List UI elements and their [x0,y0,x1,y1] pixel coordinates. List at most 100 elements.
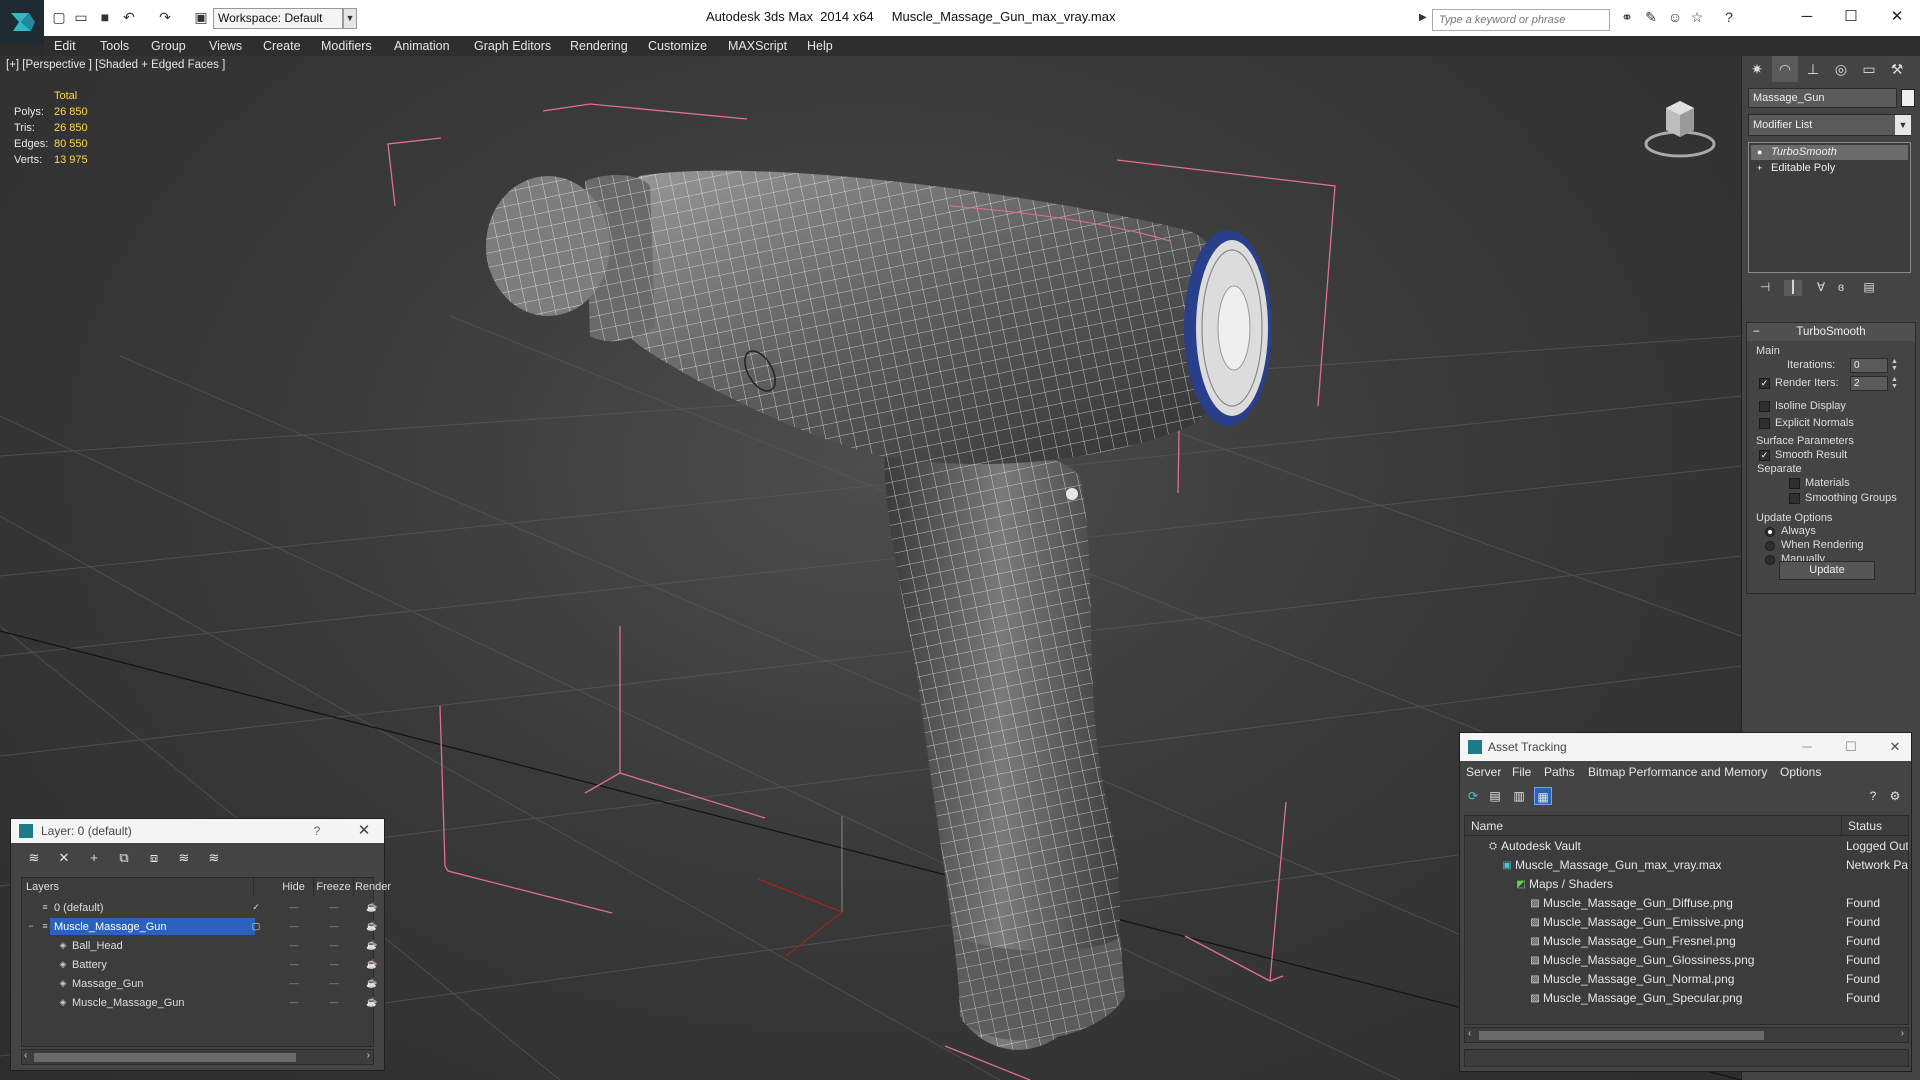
column-header-name[interactable]: Name [1465,816,1842,836]
menu-tools[interactable]: Tools [100,39,129,53]
when-rendering-radio[interactable] [1765,541,1775,551]
menu-modifiers[interactable]: Modifiers [321,39,372,53]
viewport-label[interactable]: [+] [Perspective ] [Shaded + Edged Faces… [6,59,225,71]
smoothing-groups-checkbox[interactable] [1789,493,1800,504]
menu-views[interactable]: Views [209,39,242,53]
modify-tab-icon[interactable]: ◠ [1772,56,1798,82]
help-icon[interactable]: ? [1864,787,1882,805]
asset-row[interactable]: ▨ Muscle_Massage_Gun_Diffuse.png Found [1465,894,1908,913]
layer-name[interactable]: Muscle_Massage_Gun [50,918,255,935]
hide-all-icon[interactable]: ≋ [175,849,193,867]
always-radio[interactable] [1765,527,1775,537]
new-file-icon[interactable]: ▢ [50,9,68,25]
undo-icon[interactable]: ↶ [120,9,138,25]
configure-sets-icon[interactable]: ▤ [1860,280,1878,296]
menu-server[interactable]: Server [1466,765,1501,779]
set-active-icon[interactable]: ▢ [248,917,264,936]
user-icon[interactable]: ☺ [1666,9,1684,25]
project-folder-icon[interactable]: ▣ [192,9,210,25]
tree-view-icon[interactable]: ▥ [1510,787,1528,805]
asset-row[interactable]: ⛭ Autodesk Vault Logged Out [1465,837,1908,856]
render-iters-spinner[interactable]: 2 [1850,376,1888,391]
settings-icon[interactable]: ⚙ [1886,787,1904,805]
layer-row[interactable]: ≡ 0 (default) ✓ — — ☕ [22,898,377,917]
layer-name[interactable]: Massage_Gun [68,975,148,992]
stack-item-editable-poly[interactable]: + Editable Poly [1751,161,1908,176]
show-end-result-icon[interactable]: ┃ [1784,280,1802,296]
refresh-icon[interactable]: ⟳ [1464,787,1482,805]
menu-group[interactable]: Group [151,39,186,53]
menu-options[interactable]: Options [1780,765,1821,779]
manually-radio[interactable] [1765,555,1775,565]
isoline-display-checkbox[interactable] [1759,401,1770,412]
workspace-dropdown[interactable]: Workspace: Default [213,8,343,29]
object-name-field[interactable]: Massage_Gun [1748,88,1897,108]
menu-rendering[interactable]: Rendering [570,39,628,53]
layer-row[interactable]: ◈ Massage_Gun — — ☕ [22,974,378,993]
app-logo-icon[interactable] [0,0,44,44]
maximize-button[interactable]: ☐ [1840,737,1862,757]
utilities-tab-icon[interactable]: ⚒ [1884,56,1910,82]
layer-dialog-title[interactable]: Layer: 0 (default) [11,819,384,843]
spinner-arrows-icon[interactable]: ▲ ▼ [1890,358,1899,373]
viewcube-icon[interactable] [1640,86,1720,166]
layer-name[interactable]: Battery [68,956,111,973]
asset-row[interactable]: ▨ Muscle_Massage_Gun_Emissive.png Found [1465,913,1908,932]
materials-checkbox[interactable] [1789,478,1800,489]
freeze-toggle[interactable]: — [326,955,342,974]
scrollbar-thumb[interactable] [34,1053,296,1062]
layer-row[interactable]: − ≡ Muscle_Massage_Gun ▢ — — ☕ [22,917,378,936]
new-layer-icon[interactable]: + [85,849,103,867]
minimize-button[interactable]: ─ [1784,4,1830,30]
search-input[interactable]: Type a keyword or phrase [1432,9,1610,31]
asset-row[interactable]: ▨ Muscle_Massage_Gun_Specular.png Found [1465,989,1908,1008]
render-teapot-icon[interactable]: ☕ [364,993,380,1012]
close-icon[interactable]: ✕ [355,822,373,840]
expand-arrow-icon[interactable]: ▶ [1419,12,1427,23]
freeze-toggle[interactable]: — [326,974,342,993]
column-header-freeze[interactable]: Freeze [314,878,354,896]
scroll-right-icon[interactable]: › [1901,1028,1904,1039]
asset-row[interactable]: ▨ Muscle_Massage_Gun_Glossiness.png Foun… [1465,951,1908,970]
scrollbar-thumb[interactable] [1479,1031,1764,1040]
render-teapot-icon[interactable]: ☕ [364,974,380,993]
render-teapot-icon[interactable]: ☕ [364,936,380,955]
column-header-layers[interactable]: Layers [26,878,254,896]
column-header-hide[interactable]: Hide [274,878,314,896]
chevron-down-icon[interactable]: ▼ [1895,115,1911,135]
asset-path-field[interactable] [1464,1049,1909,1067]
hide-toggle[interactable]: — [286,917,302,936]
menu-file[interactable]: File [1512,765,1531,779]
hide-toggle[interactable]: — [286,955,302,974]
maximize-button[interactable]: ☐ [1828,4,1874,30]
horizontal-scrollbar[interactable]: ‹ › [21,1049,374,1065]
hide-toggle[interactable]: — [286,936,302,955]
layer-name[interactable]: Muscle_Massage_Gun [68,994,189,1011]
spinner-arrows-icon[interactable]: ▲ ▼ [1890,376,1899,391]
remove-modifier-icon[interactable]: ɞ [1832,280,1850,296]
hide-toggle[interactable]: — [286,974,302,993]
create-tab-icon[interactable]: ✷ [1744,56,1770,82]
render-teapot-icon[interactable]: ☕ [364,917,380,936]
menu-animation[interactable]: Animation [394,39,450,53]
highlight-layer-icon[interactable]: ⧈ [145,849,163,867]
table-view-icon[interactable]: ▦ [1534,787,1552,805]
active-check-icon[interactable]: ✓ [248,898,264,917]
menu-edit[interactable]: Edit [54,39,76,53]
scroll-left-icon[interactable]: ‹ [24,1050,27,1061]
render-teapot-icon[interactable]: ☕ [364,955,380,974]
lightbulb-icon[interactable]: ● [1757,148,1766,157]
redo-icon[interactable]: ↷ [156,9,174,25]
hide-toggle[interactable]: — [286,898,302,917]
layer-row[interactable]: ◈ Battery — — ☕ [22,955,378,974]
explicit-normals-checkbox[interactable] [1759,418,1770,429]
column-header-render[interactable]: Render [354,878,392,896]
iterations-spinner[interactable]: 0 [1850,358,1888,373]
column-header-status[interactable]: Status [1842,816,1908,836]
asset-row[interactable]: ▨ Muscle_Massage_Gun_Fresnel.png Found [1465,932,1908,951]
menu-paths[interactable]: Paths [1544,765,1575,779]
render-teapot-icon[interactable]: ☕ [364,898,380,917]
horizontal-scrollbar[interactable]: ‹ › [1464,1027,1909,1043]
update-button[interactable]: Update [1779,561,1875,580]
menu-help[interactable]: Help [807,39,833,53]
